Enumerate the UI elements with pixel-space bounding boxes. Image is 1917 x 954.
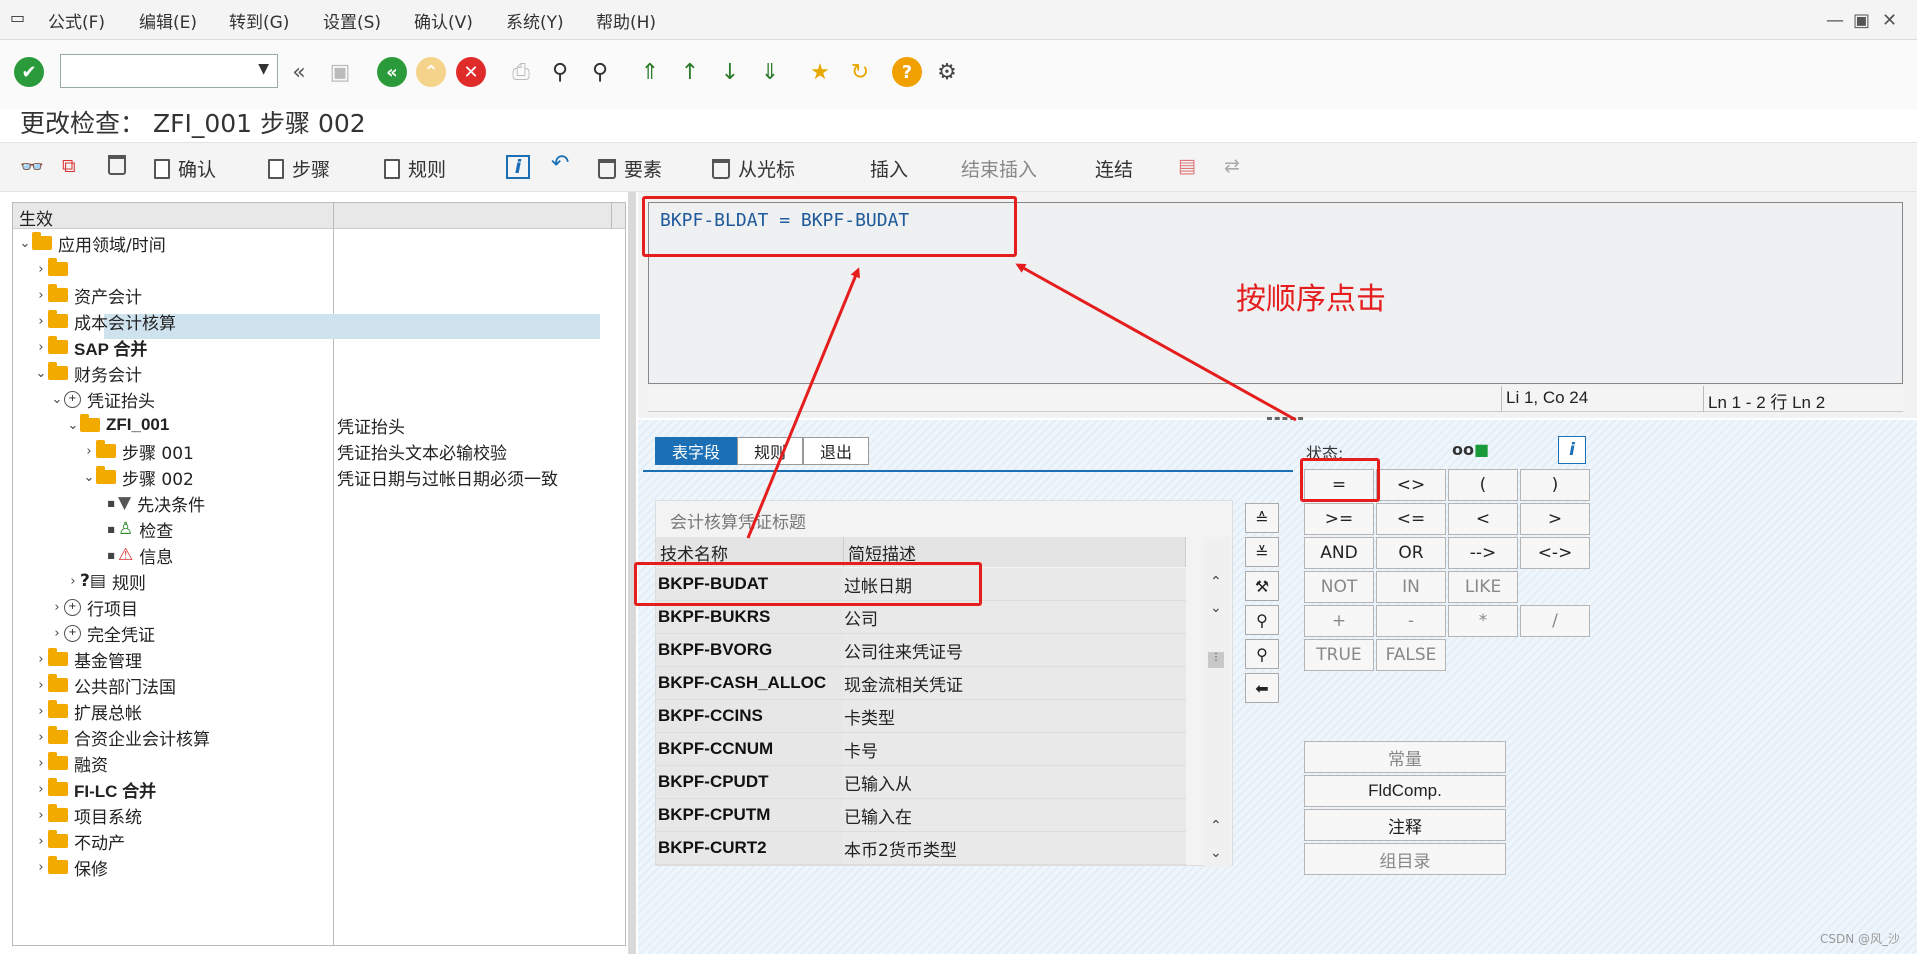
annotation-arrows bbox=[746, 263, 1297, 539]
sap-window: ▭ 公式(F) 编辑(E) 转到(G) 设置(S) 确认(V) 系统(Y) 帮助… bbox=[0, 0, 1917, 954]
arrow-field-to-editor bbox=[746, 267, 860, 539]
arrow-operator-to-editor bbox=[1015, 263, 1297, 422]
watermark: CSDN @风_沙 bbox=[1820, 932, 1901, 946]
